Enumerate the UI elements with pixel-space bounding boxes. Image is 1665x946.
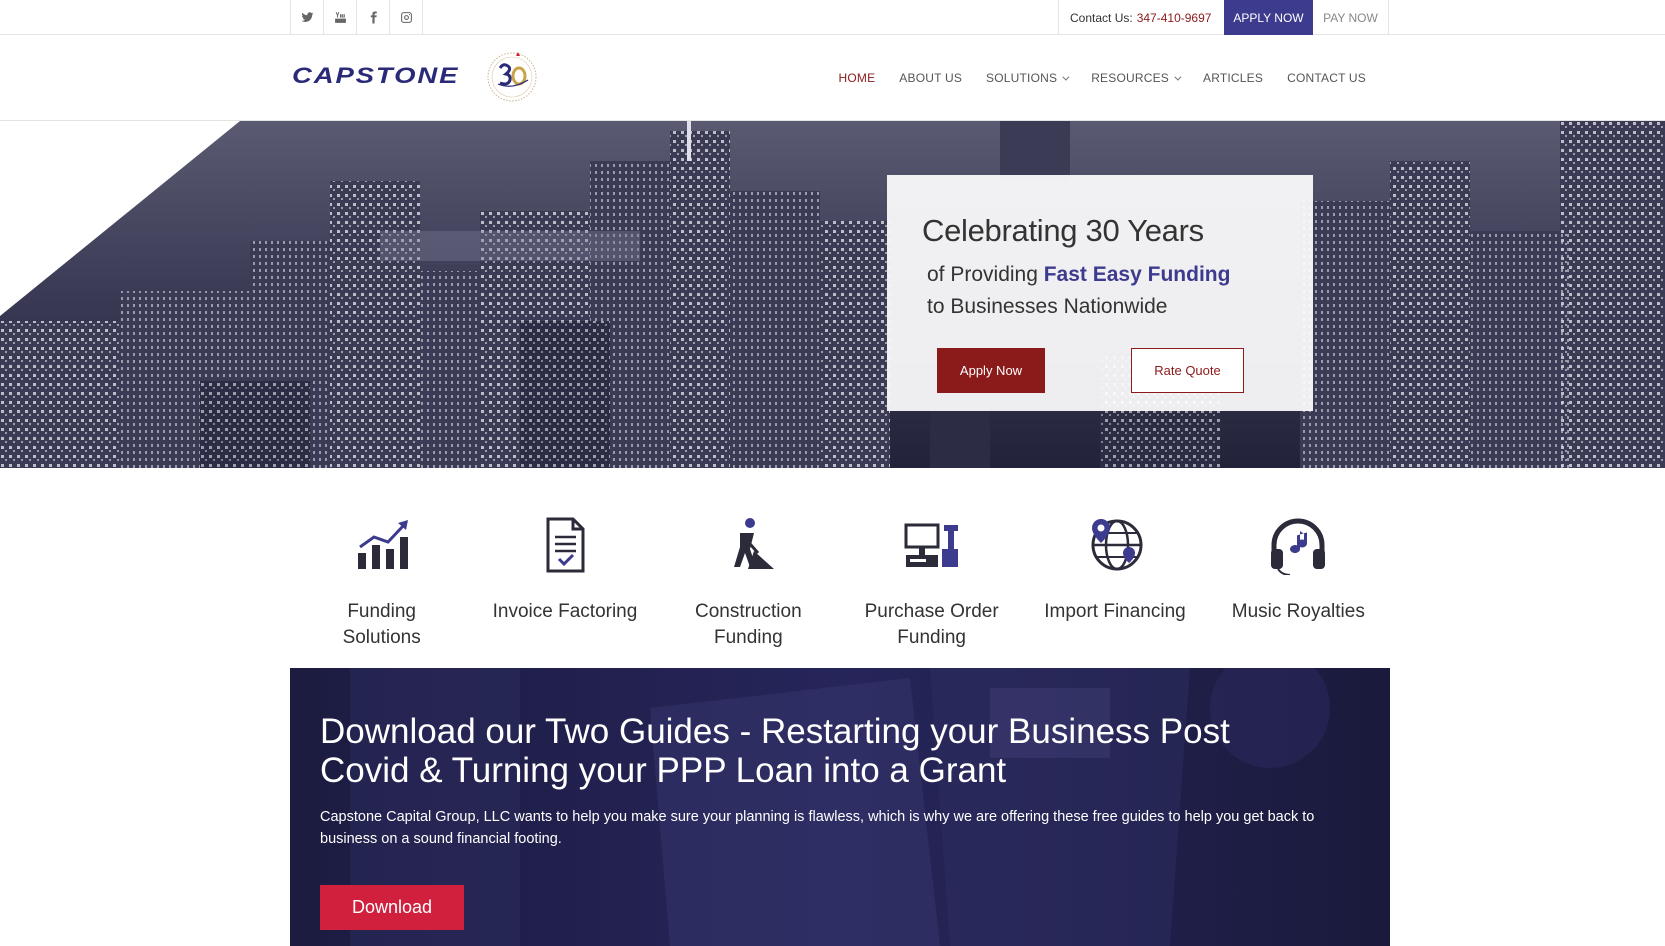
- chevron-down-icon: [1062, 73, 1070, 81]
- service-import-financing[interactable]: Import Financing: [1023, 515, 1206, 665]
- anniversary-seal-icon: [487, 52, 537, 102]
- service-label: Funding Solutions: [342, 601, 421, 648]
- growth-chart-icon: [357, 520, 408, 569]
- top-bar: Contact Us: 347-410-9697 APPLY NOW PAY N…: [0, 0, 1665, 35]
- main-nav: HOME ABOUT US SOLUTIONS RESOURCES ARTICL…: [826, 35, 1378, 121]
- pay-now-top-button[interactable]: PAY NOW: [1313, 0, 1389, 35]
- apply-now-top-button[interactable]: APPLY NOW: [1224, 0, 1313, 35]
- nav-solutions[interactable]: SOLUTIONS: [974, 71, 1079, 85]
- hero-line2-prefix: of Providing: [927, 263, 1044, 286]
- hero-card: Celebrating 30 Years of Providing Fast E…: [887, 175, 1313, 411]
- service-construction-funding[interactable]: Construction Funding: [657, 515, 840, 665]
- service-funding-solutions[interactable]: Funding Solutions: [290, 515, 473, 665]
- logo-wordmark: CAPSTONE: [292, 63, 460, 88]
- facebook-icon: [370, 11, 377, 24]
- youtube-link[interactable]: [324, 0, 357, 35]
- service-label: Purchase Order Funding: [864, 601, 999, 648]
- hero-subtitle-line: of Providing Fast Easy Funding: [927, 263, 1313, 287]
- nav-about-us-label: ABOUT US: [899, 71, 963, 85]
- nav-about-us[interactable]: ABOUT US: [887, 71, 974, 85]
- contact-info: Contact Us: 347-410-9697: [1058, 0, 1223, 35]
- hero-rate-quote-button[interactable]: Rate Quote: [1131, 348, 1244, 393]
- nav-home[interactable]: HOME: [826, 71, 887, 85]
- hero-title: Celebrating 30 Years: [922, 213, 1204, 248]
- instagram-icon: [400, 12, 412, 23]
- twitter-icon: [301, 12, 313, 22]
- download-guides-button[interactable]: Download: [320, 885, 464, 930]
- guides-description: Capstone Capital Group, LLC wants to hel…: [320, 809, 1315, 847]
- facebook-link[interactable]: [357, 0, 390, 35]
- headphones-music-icon: [1271, 518, 1326, 575]
- contact-label: Contact Us:: [1070, 10, 1133, 25]
- point-of-sale-icon: [904, 523, 958, 567]
- service-music-royalties[interactable]: Music Royalties: [1207, 515, 1390, 665]
- instagram-link[interactable]: [390, 0, 423, 35]
- nav-resources-label: RESOURCES: [1091, 71, 1170, 85]
- contact-phone-link[interactable]: 347-410-9697: [1137, 11, 1212, 25]
- hero-subtitle-line-2: to Businesses Nationwide: [927, 295, 1168, 318]
- nav-contact-us-label: CONTACT US: [1287, 71, 1366, 85]
- hero-highlight: Fast Easy Funding: [1043, 263, 1231, 286]
- hero-banner: Celebrating 30 Years of Providing Fast E…: [0, 121, 1665, 468]
- nav-solutions-label: SOLUTIONS: [986, 71, 1058, 85]
- service-label: Import Financing: [1044, 601, 1186, 622]
- hero-apply-now-button[interactable]: Apply Now: [937, 348, 1045, 393]
- nav-resources[interactable]: RESOURCES: [1079, 71, 1191, 85]
- site-logo[interactable]: CAPSTONE: [292, 52, 537, 102]
- construction-worker-icon: [734, 518, 775, 569]
- service-label: Construction Funding: [694, 601, 802, 648]
- service-label: Music Royalties: [1231, 601, 1365, 622]
- nav-contact-us[interactable]: CONTACT US: [1275, 71, 1378, 85]
- youtube-icon: [334, 12, 346, 23]
- hero-diagonal-overlay: [0, 121, 240, 316]
- twitter-link[interactable]: [291, 0, 324, 35]
- nav-articles[interactable]: ARTICLES: [1191, 71, 1275, 85]
- guides-title: Download our Two Guides - Restarting you…: [320, 712, 1230, 790]
- hero-actions: Apply Now Rate Quote: [937, 348, 1244, 393]
- chevron-down-icon: [1174, 73, 1182, 81]
- service-label: Invoice Factoring: [492, 601, 638, 622]
- guides-banner: Download our Two Guides - Restarting you…: [290, 668, 1390, 946]
- services-row: Funding Solutions Invoice Factoring Cons…: [290, 515, 1390, 665]
- site-header: CAPSTONE HOME ABOUT US SOLUTIONS RESOURC…: [0, 35, 1665, 121]
- nav-articles-label: ARTICLES: [1203, 71, 1264, 85]
- social-links: [290, 0, 423, 35]
- service-invoice-factoring[interactable]: Invoice Factoring: [473, 515, 656, 665]
- service-purchase-order-funding[interactable]: Purchase Order Funding: [840, 515, 1023, 665]
- globe-location-icon: [1091, 519, 1143, 571]
- invoice-document-icon: [546, 517, 585, 573]
- nav-home-label: HOME: [838, 71, 876, 85]
